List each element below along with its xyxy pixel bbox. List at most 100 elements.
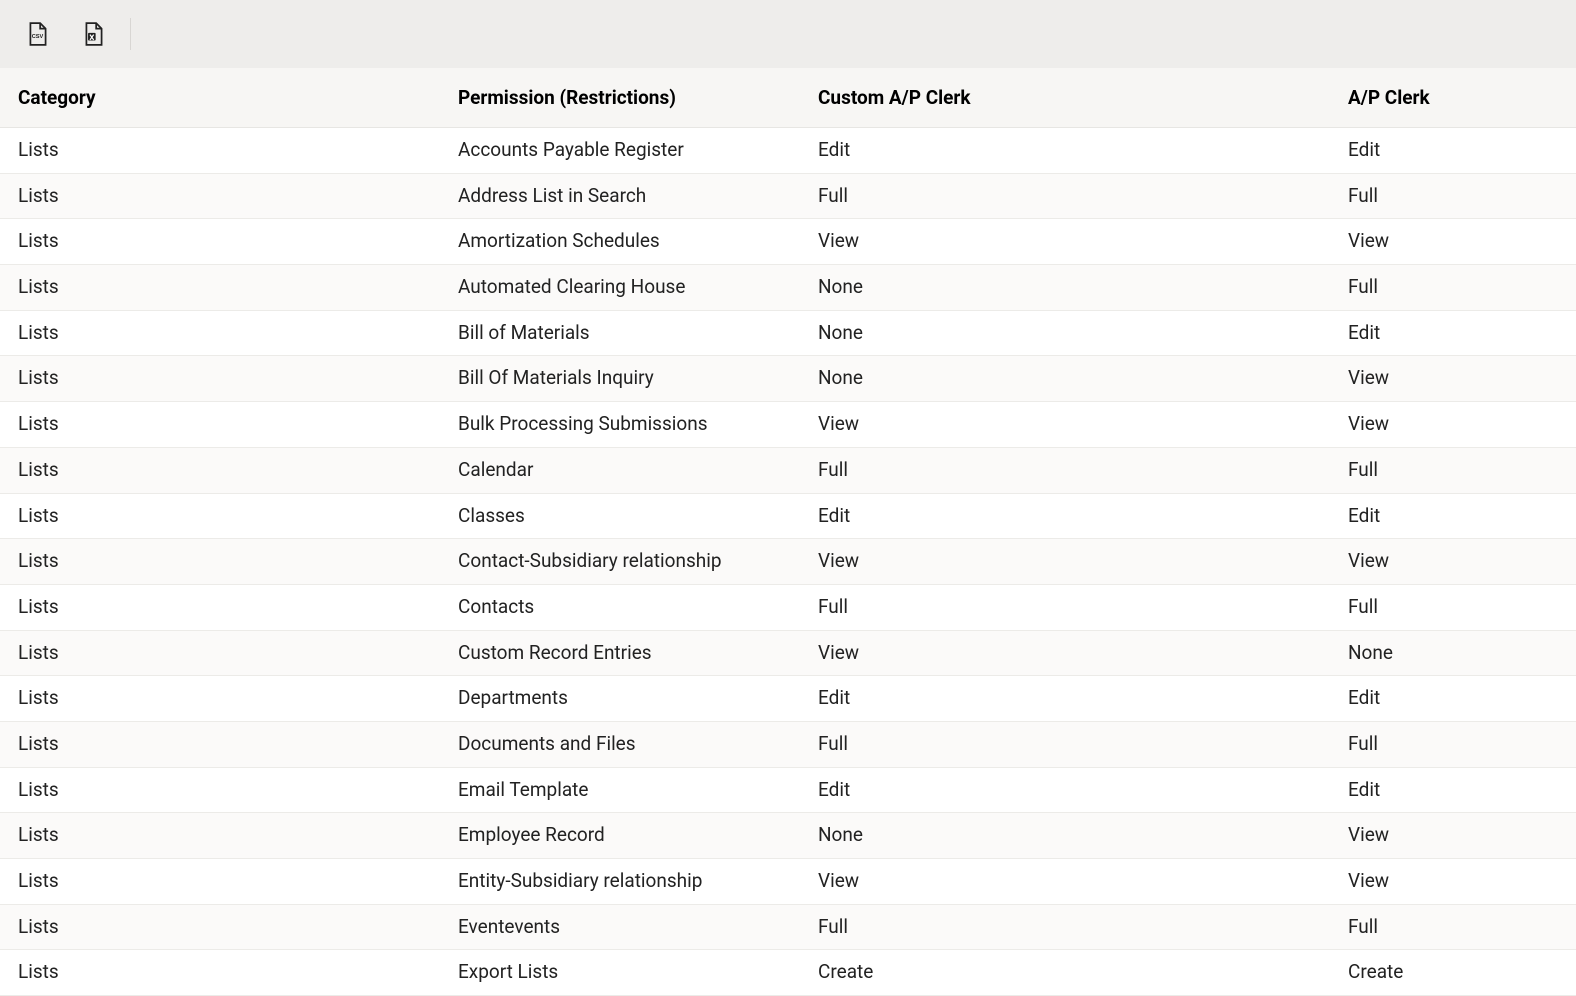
cell-category: Lists [0, 447, 440, 493]
toolbar: CSV [0, 0, 1576, 68]
table-row[interactable]: ListsCustom Record EntriesViewNone [0, 630, 1576, 676]
cell-custom-ap-clerk: Edit [800, 493, 1330, 539]
cell-permission: Bulk Processing Submissions [440, 402, 800, 448]
column-header-permission[interactable]: Permission (Restrictions) [440, 68, 800, 128]
cell-permission: Eventevents [440, 904, 800, 950]
cell-permission: Contacts [440, 584, 800, 630]
cell-ap-clerk: Full [1330, 904, 1576, 950]
cell-category: Lists [0, 859, 440, 905]
cell-category: Lists [0, 630, 440, 676]
cell-custom-ap-clerk: Edit [800, 767, 1330, 813]
cell-permission: Amortization Schedules [440, 219, 800, 265]
table-row[interactable]: ListsAmortization SchedulesViewView [0, 219, 1576, 265]
export-excel-icon [81, 21, 107, 47]
table-header: Category Permission (Restrictions) Custo… [0, 68, 1576, 128]
table-row[interactable]: ListsBulk Processing SubmissionsViewView [0, 402, 1576, 448]
cell-custom-ap-clerk: None [800, 813, 1330, 859]
table-row[interactable]: ListsDepartmentsEditEdit [0, 676, 1576, 722]
cell-permission: Classes [440, 493, 800, 539]
cell-permission: Custom Record Entries [440, 630, 800, 676]
table-row[interactable]: ListsAddress List in SearchFullFull [0, 173, 1576, 219]
table-row[interactable]: ListsCalendarFullFull [0, 447, 1576, 493]
cell-ap-clerk: View [1330, 539, 1576, 585]
cell-ap-clerk: View [1330, 859, 1576, 905]
table-row[interactable]: ListsBill Of Materials InquiryNoneView [0, 356, 1576, 402]
cell-permission: Departments [440, 676, 800, 722]
cell-category: Lists [0, 721, 440, 767]
cell-permission: Export Lists [440, 950, 800, 996]
cell-category: Lists [0, 356, 440, 402]
column-header-ap-clerk[interactable]: A/P Clerk [1330, 68, 1576, 128]
cell-custom-ap-clerk: Full [800, 904, 1330, 950]
table-row[interactable]: ListsBill of MaterialsNoneEdit [0, 310, 1576, 356]
cell-category: Lists [0, 219, 440, 265]
cell-category: Lists [0, 173, 440, 219]
column-header-custom-ap-clerk[interactable]: Custom A/P Clerk [800, 68, 1330, 128]
column-header-category[interactable]: Category [0, 68, 440, 128]
cell-custom-ap-clerk: Full [800, 447, 1330, 493]
cell-permission: Bill of Materials [440, 310, 800, 356]
cell-category: Lists [0, 493, 440, 539]
cell-permission: Employee Record [440, 813, 800, 859]
cell-custom-ap-clerk: None [800, 310, 1330, 356]
table-row[interactable]: ListsEmail TemplateEditEdit [0, 767, 1576, 813]
cell-custom-ap-clerk: Full [800, 721, 1330, 767]
table-row[interactable]: ListsContactsFullFull [0, 584, 1576, 630]
cell-custom-ap-clerk: View [800, 630, 1330, 676]
cell-custom-ap-clerk: None [800, 356, 1330, 402]
cell-permission: Bill Of Materials Inquiry [440, 356, 800, 402]
cell-category: Lists [0, 310, 440, 356]
cell-custom-ap-clerk: Full [800, 584, 1330, 630]
cell-ap-clerk: View [1330, 356, 1576, 402]
cell-ap-clerk: Full [1330, 721, 1576, 767]
cell-custom-ap-clerk: View [800, 402, 1330, 448]
export-csv-button[interactable]: CSV [24, 20, 52, 48]
cell-permission: Email Template [440, 767, 800, 813]
cell-ap-clerk: Edit [1330, 128, 1576, 174]
table-row[interactable]: ListsEntity-Subsidiary relationshipViewV… [0, 859, 1576, 905]
cell-custom-ap-clerk: Edit [800, 128, 1330, 174]
cell-ap-clerk: Full [1330, 173, 1576, 219]
table-row[interactable]: ListsEmployee RecordNoneView [0, 813, 1576, 859]
export-excel-button[interactable] [80, 20, 108, 48]
cell-ap-clerk: View [1330, 813, 1576, 859]
cell-custom-ap-clerk: Full [800, 173, 1330, 219]
cell-category: Lists [0, 813, 440, 859]
cell-custom-ap-clerk: View [800, 219, 1330, 265]
toolbar-divider [130, 18, 131, 50]
cell-ap-clerk: Create [1330, 950, 1576, 996]
table-header-row: Category Permission (Restrictions) Custo… [0, 68, 1576, 128]
cell-custom-ap-clerk: View [800, 859, 1330, 905]
cell-category: Lists [0, 539, 440, 585]
cell-ap-clerk: View [1330, 219, 1576, 265]
table-row[interactable]: ListsContact-Subsidiary relationshipView… [0, 539, 1576, 585]
cell-permission: Contact-Subsidiary relationship [440, 539, 800, 585]
permissions-table-wrapper: Category Permission (Restrictions) Custo… [0, 68, 1576, 996]
cell-category: Lists [0, 767, 440, 813]
cell-ap-clerk: Edit [1330, 676, 1576, 722]
cell-category: Lists [0, 402, 440, 448]
cell-ap-clerk: Edit [1330, 493, 1576, 539]
cell-ap-clerk: Full [1330, 447, 1576, 493]
cell-category: Lists [0, 676, 440, 722]
cell-category: Lists [0, 904, 440, 950]
table-row[interactable]: ListsEventeventsFullFull [0, 904, 1576, 950]
table-row[interactable]: ListsAutomated Clearing HouseNoneFull [0, 265, 1576, 311]
permissions-table: Category Permission (Restrictions) Custo… [0, 68, 1576, 996]
svg-text:CSV: CSV [32, 34, 44, 40]
cell-ap-clerk: Edit [1330, 310, 1576, 356]
cell-category: Lists [0, 584, 440, 630]
cell-permission: Documents and Files [440, 721, 800, 767]
cell-ap-clerk: None [1330, 630, 1576, 676]
table-row[interactable]: ListsAccounts Payable RegisterEditEdit [0, 128, 1576, 174]
cell-permission: Automated Clearing House [440, 265, 800, 311]
table-row[interactable]: ListsDocuments and FilesFullFull [0, 721, 1576, 767]
cell-permission: Calendar [440, 447, 800, 493]
cell-ap-clerk: Full [1330, 584, 1576, 630]
table-row[interactable]: ListsClassesEditEdit [0, 493, 1576, 539]
cell-ap-clerk: Full [1330, 265, 1576, 311]
table-row[interactable]: ListsExport ListsCreateCreate [0, 950, 1576, 996]
cell-category: Lists [0, 265, 440, 311]
cell-custom-ap-clerk: View [800, 539, 1330, 585]
cell-custom-ap-clerk: Create [800, 950, 1330, 996]
